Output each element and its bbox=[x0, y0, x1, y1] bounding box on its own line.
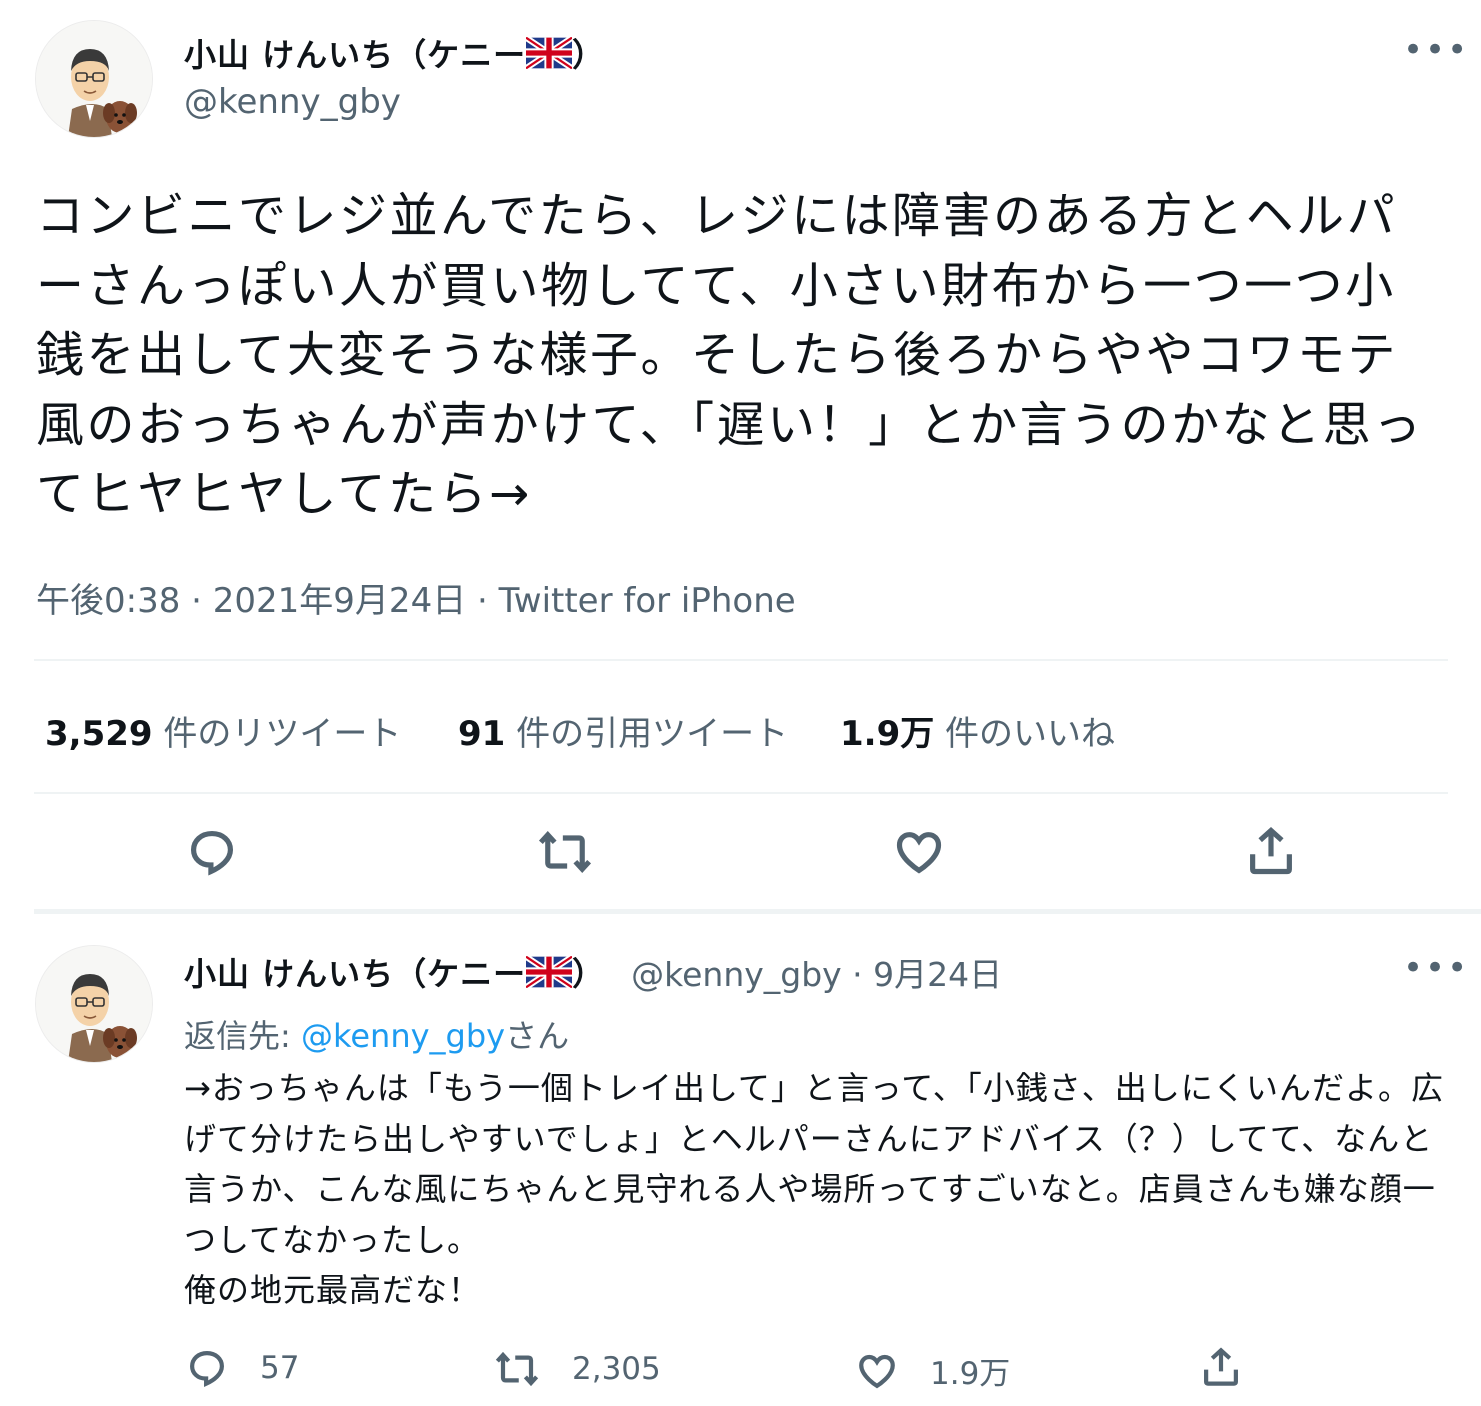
share-icon[interactable] bbox=[1245, 824, 1297, 882]
uk-flag-icon bbox=[526, 37, 573, 69]
author-handle[interactable]: @kenny_gby bbox=[184, 82, 401, 122]
reply-count: 57 bbox=[260, 1350, 300, 1386]
reply-author-name-text: 小山 けんいち（ケニー bbox=[184, 955, 527, 993]
reply-more-options-icon[interactable]: ••• bbox=[1403, 948, 1469, 988]
quote-tweet-stat[interactable]: 91 件の引用ツイート bbox=[458, 706, 788, 755]
retweet-icon[interactable] bbox=[537, 826, 593, 882]
section-separator bbox=[34, 909, 1481, 914]
more-options-icon[interactable]: ••• bbox=[1403, 30, 1469, 70]
author-name-close: ） bbox=[572, 36, 606, 74]
like-stat[interactable]: 1.9万 件のいいね bbox=[840, 706, 1115, 755]
quote-tweet-count: 91 bbox=[458, 714, 506, 754]
tweet-text: コンビニでレジ並んでたら、レジには障害のある方とヘルパーさんっぽい人が買い物して… bbox=[36, 188, 1424, 522]
like-icon bbox=[859, 1354, 895, 1388]
like-icon[interactable] bbox=[893, 826, 945, 882]
uk-flag-icon bbox=[526, 956, 573, 988]
avatar[interactable] bbox=[35, 20, 153, 138]
retweet-action[interactable]: 2,305 bbox=[494, 1348, 661, 1390]
author-name[interactable]: 小山 けんいち（ケニー ） bbox=[184, 30, 605, 76]
reply-author-name-close: ） bbox=[572, 955, 606, 993]
divider bbox=[34, 659, 1448, 661]
reply-icon[interactable] bbox=[186, 826, 238, 882]
replying-suffix: さん bbox=[505, 1017, 570, 1055]
retweet-icon bbox=[495, 1351, 539, 1387]
retweet-label: 件のリツイート bbox=[163, 714, 402, 754]
reply-author-name[interactable]: 小山 けんいち（ケニー ） bbox=[184, 949, 605, 995]
quote-tweet-label: 件の引用ツイート bbox=[516, 714, 789, 754]
like-action[interactable]: 1.9万 bbox=[856, 1348, 1010, 1393]
retweet-count: 2,305 bbox=[572, 1351, 661, 1387]
retweet-stat[interactable]: 3,529 件のリツイート bbox=[45, 706, 401, 755]
reply-icon bbox=[190, 1351, 224, 1387]
replying-prefix: 返信先: bbox=[184, 1017, 301, 1055]
divider bbox=[34, 792, 1448, 794]
share-icon[interactable] bbox=[1200, 1345, 1242, 1393]
replying-mention-link[interactable]: @kenny_gby bbox=[301, 1017, 505, 1055]
reply-handle-date[interactable]: @kenny_gby · 9月24日 bbox=[631, 948, 1002, 996]
like-label: 件のいいね bbox=[945, 714, 1116, 754]
reply-header: 小山 けんいち（ケニー ） @kenny_gby · 9月24日 bbox=[184, 948, 1002, 996]
replying-to: 返信先: @kenny_gbyさん bbox=[184, 1011, 569, 1057]
tweet-timestamp[interactable]: 午後0:38 · 2021年9月24日 · Twitter for iPhone bbox=[36, 573, 796, 622]
like-count: 1.9万 bbox=[840, 714, 935, 754]
author-name-text: 小山 けんいち（ケニー bbox=[184, 36, 527, 74]
reply-action[interactable]: 57 bbox=[186, 1347, 299, 1389]
reply-text: →おっちゃんは「もう一個トレイ出して」と言って、「小銭さ、出しにくいんだよ。広げ… bbox=[184, 1069, 1445, 1309]
like-count: 1.9万 bbox=[930, 1356, 1011, 1392]
retweet-count: 3,529 bbox=[45, 714, 153, 754]
reply-avatar[interactable] bbox=[35, 945, 153, 1063]
